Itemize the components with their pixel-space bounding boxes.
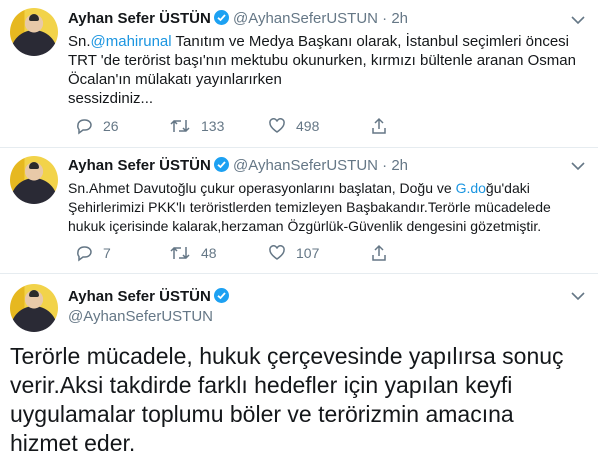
- chevron-down-icon[interactable]: [570, 15, 586, 25]
- retweet-count: 133: [201, 118, 225, 134]
- reply-button[interactable]: 7: [75, 243, 111, 263]
- share-button[interactable]: [370, 116, 388, 136]
- like-button[interactable]: 498: [268, 116, 319, 136]
- chevron-down-icon[interactable]: [570, 291, 586, 301]
- tweet-text: Sn.Ahmet Davutoğlu çukur operasyonlarını…: [68, 180, 551, 234]
- like-button[interactable]: 107: [268, 243, 319, 263]
- retweet-button[interactable]: 48: [169, 243, 217, 263]
- mention-link[interactable]: @mahirunal: [91, 33, 172, 50]
- reply-icon: [77, 246, 92, 262]
- tweet-2[interactable]: Ayhan Sefer ÜSTÜN @AyhanSeferUSTUN · 2h …: [0, 148, 598, 274]
- avatar[interactable]: [10, 284, 58, 332]
- retweet-icon: [170, 246, 190, 260]
- like-count: 498: [296, 118, 320, 134]
- author-name[interactable]: Ayhan Sefer ÜSTÜN: [68, 157, 211, 174]
- hashtag-link[interactable]: G.do: [456, 180, 486, 196]
- author-handle[interactable]: @AyhanSeferUSTUN: [68, 308, 213, 325]
- timestamp[interactable]: 2h: [391, 10, 408, 27]
- verified-icon: [213, 288, 229, 303]
- author-handle[interactable]: @AyhanSeferUSTUN: [233, 10, 378, 27]
- reply-count: 26: [103, 118, 119, 134]
- share-icon: [372, 117, 386, 134]
- tweet-1[interactable]: Ayhan Sefer ÜSTÜN @AyhanSeferUSTUN · 2h …: [0, 0, 598, 148]
- heart-icon: [269, 245, 285, 260]
- heart-icon: [269, 118, 285, 133]
- timestamp[interactable]: 2h: [391, 157, 408, 174]
- separator-dot: ·: [382, 157, 388, 174]
- tweet-header: Ayhan Sefer ÜSTÜN: [68, 288, 229, 305]
- tweet-text: Terörle mücadele, hukuk çerçevesinde yap…: [10, 343, 564, 456]
- share-button[interactable]: [370, 243, 388, 263]
- author-name[interactable]: Ayhan Sefer ÜSTÜN: [68, 288, 211, 305]
- share-icon: [372, 244, 386, 261]
- separator-dot: ·: [382, 10, 388, 27]
- retweet-button[interactable]: 133: [169, 116, 224, 136]
- tweet-text: Sn.@mahirunal Tanıtım ve Medya Başkanı o…: [68, 33, 576, 107]
- like-count: 107: [296, 245, 320, 261]
- author-handle[interactable]: @AyhanSeferUSTUN: [233, 157, 378, 174]
- reply-icon: [77, 119, 92, 135]
- tweet-header: Ayhan Sefer ÜSTÜN @AyhanSeferUSTUN · 2h: [68, 157, 408, 174]
- avatar[interactable]: [10, 8, 58, 56]
- author-name[interactable]: Ayhan Sefer ÜSTÜN: [68, 10, 211, 27]
- retweet-icon: [170, 119, 190, 133]
- reply-button[interactable]: 26: [75, 116, 119, 136]
- retweet-count: 48: [201, 245, 217, 261]
- chevron-down-icon[interactable]: [570, 161, 586, 171]
- avatar[interactable]: [10, 156, 58, 204]
- tweet-header: Ayhan Sefer ÜSTÜN @AyhanSeferUSTUN · 2h: [68, 10, 408, 27]
- verified-icon: [213, 157, 229, 172]
- reply-count: 7: [103, 245, 111, 261]
- verified-icon: [213, 10, 229, 25]
